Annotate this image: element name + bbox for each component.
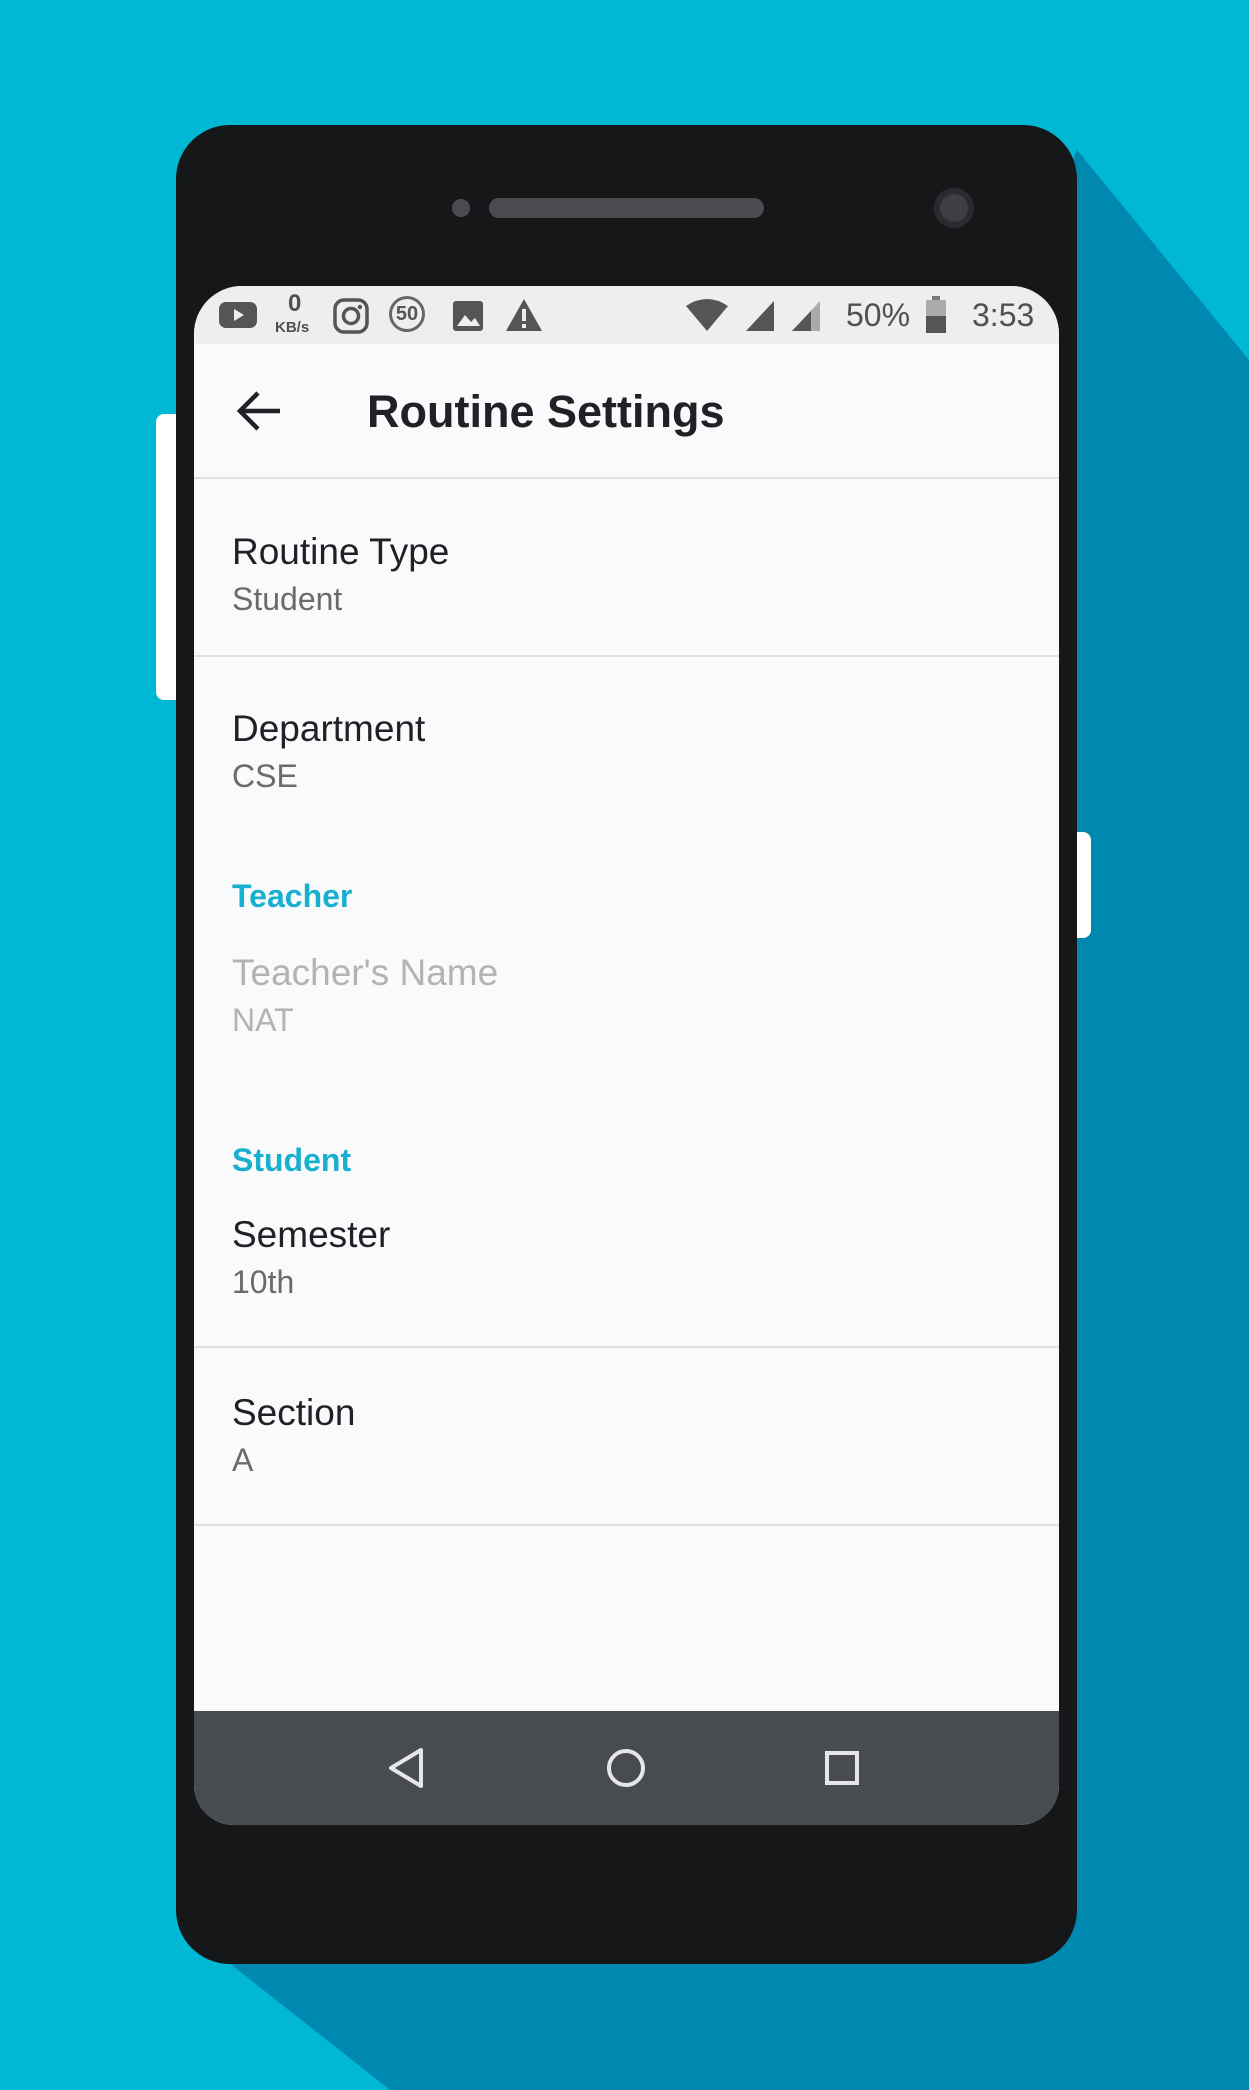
signal-2-icon [792,301,820,331]
net-speed-unit: KB/s [275,319,310,336]
recents-square-icon [825,1751,859,1785]
image-icon [453,301,483,331]
clock: 3:53 [972,297,1035,333]
home-circle-icon [607,1749,645,1787]
page-title: Routine Settings [367,386,725,437]
pref-summary: A [232,1442,254,1478]
youtube-icon [219,302,257,328]
battery-percent: 50% [846,297,911,333]
wifi-icon [686,299,728,331]
pref-title: Section [232,1392,356,1433]
pref-title: Teacher's Name [232,952,499,993]
arrow-left-icon [236,391,280,431]
signal-icon [746,301,774,331]
pref-summary: Student [232,581,343,617]
notification-badge-count: 50 [395,303,419,325]
category-student: Student [232,1142,352,1178]
back-triangle-icon [389,1748,423,1788]
front-camera [934,188,974,228]
pref-department[interactable]: Department CSE [194,657,1059,807]
nav-back-button[interactable] [377,1738,437,1798]
battery-icon [926,296,946,333]
navigation-bar [194,1711,1059,1825]
back-button[interactable] [232,382,290,440]
pref-title: Semester [232,1214,391,1255]
category-teacher: Teacher [232,878,353,914]
pref-summary: 10th [232,1264,295,1300]
nav-home-button[interactable] [596,1738,656,1798]
instagram-icon [333,298,369,334]
sensor-dot [452,199,470,217]
warning-icon [506,299,542,331]
nav-recents-button[interactable] [812,1738,872,1798]
status-bar: 0 KB/s 50 50% 3:53 [194,286,1059,344]
pref-teacher-name: Teacher's Name NAT [194,931,1059,1081]
pref-title: Department [232,708,426,749]
notification-badge-icon: 50 [389,296,425,332]
pref-summary: CSE [232,758,298,794]
pref-title: Routine Type [232,531,450,572]
pref-summary: NAT [232,1002,294,1038]
app-bar: Routine Settings [194,344,1059,479]
screen: 0 KB/s 50 50% 3:53 Routine Settings Rout… [194,286,1059,1825]
phone-speaker [489,198,764,218]
pref-section[interactable]: Section A [194,1348,1059,1526]
net-speed-value: 0 [288,290,302,317]
pref-routine-type[interactable]: Routine Type Student [194,479,1059,657]
pref-semester[interactable]: Semester 10th [194,1196,1059,1348]
